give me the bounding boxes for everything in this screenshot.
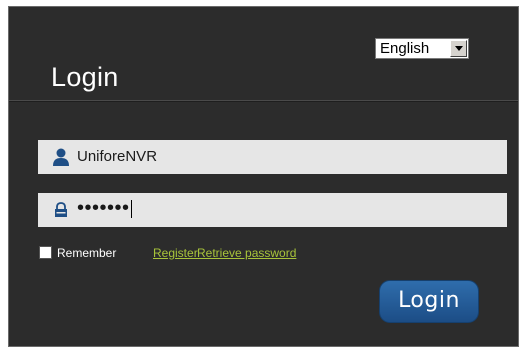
password-mask: ••••••• [77, 197, 130, 219]
login-header: Login English [9, 7, 518, 101]
password-field[interactable]: ••••••• [38, 193, 507, 227]
username-value: UniforeNVR [77, 148, 158, 165]
text-caret [130, 199, 132, 218]
page-title: Login [51, 62, 119, 92]
password-value: ••••••• [77, 197, 132, 220]
remember-label: Remember [57, 246, 117, 260]
retrieve-password-link[interactable]: Retrieve password [197, 246, 296, 260]
chevron-down-icon[interactable] [450, 40, 467, 57]
language-select[interactable]: English [375, 38, 469, 59]
register-link[interactable]: Register [153, 246, 198, 260]
language-select-value: English [380, 40, 430, 57]
user-icon [53, 148, 69, 166]
lock-icon [55, 202, 67, 217]
username-field[interactable]: UniforeNVR [38, 140, 507, 174]
remember-checkbox[interactable] [39, 246, 52, 259]
login-button[interactable]: Login [379, 280, 479, 323]
login-panel: Login English UniforeNVR ••••••• Remembe… [8, 6, 519, 347]
